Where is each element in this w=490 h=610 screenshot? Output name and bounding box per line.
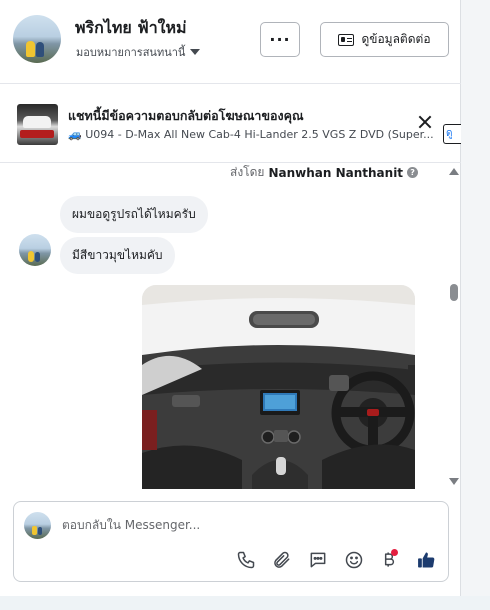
paperclip-icon[interactable]: [271, 549, 293, 571]
message-bubble: มีสีขาวมุขไหมคับ: [60, 237, 175, 274]
chat-bubble-icon[interactable]: [307, 549, 329, 571]
close-icon[interactable]: [416, 113, 434, 131]
conversation-header: พริกไทย ฟ้าใหม่ มอบหมายการสนทนานี้ ··· ด…: [0, 0, 461, 84]
sent-by-prefix: ส่งโดย: [230, 165, 265, 179]
sender-avatar: [19, 234, 51, 266]
conversation-panel: พริกไทย ฟ้าใหม่ มอบหมายการสนทนานี้ ··· ด…: [0, 0, 461, 596]
ad-thumbnail: [17, 104, 58, 145]
view-contact-button[interactable]: ดูข้อมูลติดต่อ: [320, 22, 449, 57]
notification-dot: [391, 549, 398, 556]
ad-banner-description[interactable]: 🚙 U094 - D-Max All New Cab-4 Hi-Lander 2…: [68, 128, 442, 141]
contact-avatar[interactable]: [13, 15, 61, 63]
view-contact-label: ดูข้อมูลติดต่อ: [361, 32, 431, 46]
page-avatar: [24, 512, 51, 539]
page-background: [461, 0, 490, 610]
ad-banner-title: แชทนี้มีข้อความตอบกลับต่อโฆษณาของคุณ: [68, 108, 304, 123]
help-icon[interactable]: ?: [407, 167, 419, 178]
emoji-icon[interactable]: [343, 549, 365, 571]
assign-conversation-dropdown[interactable]: มอบหมายการสนทนานี้: [76, 43, 201, 61]
contact-name[interactable]: พริกไทย ฟ้าใหม่: [75, 16, 187, 41]
caret-down-icon: [190, 49, 201, 55]
car-interior-image: [142, 285, 415, 489]
more-horizontal-icon: ···: [269, 30, 291, 49]
scroll-up-arrow[interactable]: [449, 168, 459, 175]
baht-icon[interactable]: [378, 549, 400, 571]
thumbs-up-icon[interactable]: [415, 549, 437, 571]
scroll-down-arrow[interactable]: [449, 478, 459, 485]
contact-card-icon: [338, 33, 355, 46]
car-interior-photo[interactable]: [142, 285, 415, 489]
assign-conversation-label: มอบหมายการสนทนานี้: [76, 46, 186, 59]
page-background-bottom: [0, 596, 490, 610]
sent-by-line: ส่งโดย Nanwhan Nanthanit ?: [230, 163, 419, 182]
message-bubble: ผมขอดูรูปรถได้ไหมครับ: [60, 196, 208, 233]
scrollbar-thumb[interactable]: [450, 284, 458, 301]
phone-icon[interactable]: [235, 549, 257, 571]
sent-by-name: Nanwhan Nanthanit: [268, 165, 404, 180]
more-options-button[interactable]: ···: [260, 22, 300, 57]
reply-composer: [13, 501, 449, 582]
view-ad-button[interactable]: ดู: [443, 124, 463, 144]
reply-input[interactable]: [62, 514, 432, 536]
